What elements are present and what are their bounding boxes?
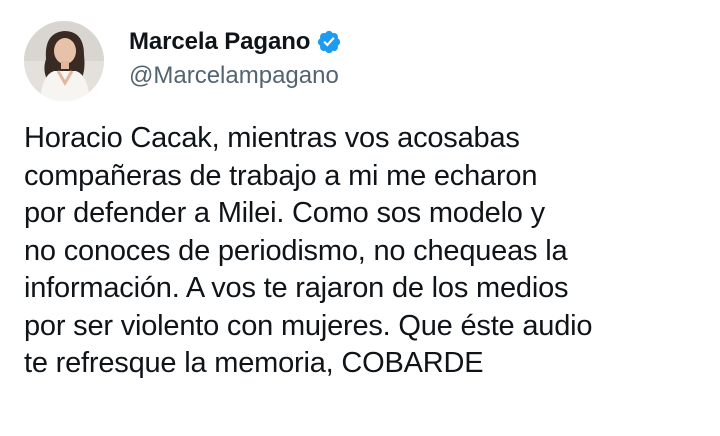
tweet-text-line: información. A vos te rajaron de los med… <box>24 272 569 304</box>
author-name-row: Marcela Pagano <box>129 28 342 56</box>
tweet-card: Marcela Pagano @Marcelampagano Horacio C… <box>0 0 720 436</box>
tweet-text-line: compañeras de trabajo a mi me echaron <box>24 159 538 192</box>
tweet-text-line: te refresque la memoria, COBARDE <box>24 347 484 379</box>
tweet-text-line: no conoces de periodismo, no chequeas la <box>24 234 568 267</box>
profile-photo <box>24 21 104 101</box>
tweet-text: Horacio Cacak, mientras vos acosabas com… <box>24 120 704 383</box>
tweet-text-line: Horacio Cacak, mientras vos acosabas <box>24 122 520 154</box>
avatar[interactable] <box>24 21 104 101</box>
tweet-text-line: por ser violento con mujeres. Que éste a… <box>24 309 593 342</box>
tweet-text-line: por defender a Milei. Como sos modelo y <box>24 197 545 229</box>
verified-badge-icon <box>316 29 342 55</box>
display-name[interactable]: Marcela Pagano <box>129 28 310 56</box>
author-handle[interactable]: @Marcelampagano <box>129 62 339 90</box>
